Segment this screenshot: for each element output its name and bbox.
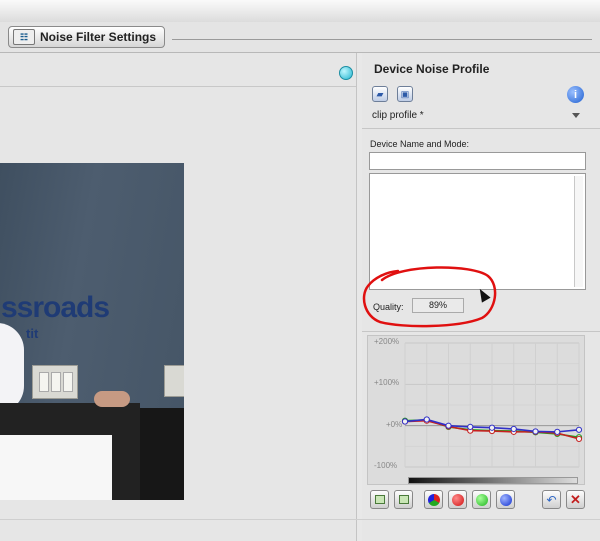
blue-dot-icon xyxy=(499,493,512,506)
info-button[interactable]: i xyxy=(567,86,584,103)
data-point[interactable] xyxy=(445,422,452,429)
photo-podium-side xyxy=(140,408,184,500)
red-channel-button[interactable] xyxy=(448,490,467,509)
device-name-field[interactable] xyxy=(369,152,586,170)
status-indicator-icon xyxy=(339,66,353,80)
profile-select[interactable]: clip profile * xyxy=(368,107,586,125)
photo-hand xyxy=(94,391,130,407)
all-channels-button[interactable] xyxy=(424,490,443,509)
y-tick-label: +0% xyxy=(386,420,403,429)
data-point[interactable] xyxy=(554,428,561,435)
tab-label: Noise Filter Settings xyxy=(40,30,157,44)
image-icon xyxy=(374,495,385,504)
undo-button[interactable]: ↶ xyxy=(542,490,561,509)
clear-button[interactable]: ✕ xyxy=(566,490,585,509)
window-title-bar xyxy=(0,0,600,23)
photo-light-switch xyxy=(32,365,78,399)
red-dot-icon xyxy=(451,493,464,506)
y-tick-label: +100% xyxy=(374,378,400,387)
red-annotation-circle xyxy=(362,266,497,328)
y-tick-label: +200% xyxy=(374,337,400,346)
export-button[interactable] xyxy=(394,490,413,509)
save-icon: ▣ xyxy=(400,88,410,99)
open-profile-button[interactable]: ▰ xyxy=(372,86,388,102)
profile-select-value: clip profile * xyxy=(372,110,424,121)
noise-profile-chart[interactable] xyxy=(367,335,585,475)
panel-title: Device Noise Profile xyxy=(374,62,490,76)
photo-sign xyxy=(0,435,112,500)
close-icon: ✕ xyxy=(570,492,581,507)
device-name-label: Device Name and Mode: xyxy=(370,139,470,149)
sliders-icon: ☷ xyxy=(13,29,35,45)
select-divider xyxy=(362,128,600,129)
data-point[interactable] xyxy=(423,416,430,423)
data-point[interactable] xyxy=(575,426,583,433)
footer-divider xyxy=(0,519,600,520)
data-point[interactable] xyxy=(401,418,409,425)
luminance-gradient-bar xyxy=(408,477,578,484)
photo-sign-text: ssroads xyxy=(1,291,110,324)
import-button[interactable] xyxy=(370,490,389,509)
tab-divider xyxy=(172,39,592,40)
data-point[interactable] xyxy=(467,423,474,431)
photo-sign-subtext: tit xyxy=(26,326,39,341)
photo-wall-plate xyxy=(164,365,184,397)
tab-noise-filter-settings[interactable]: ☷ Noise Filter Settings xyxy=(8,26,166,48)
rgb-icon xyxy=(427,493,440,506)
folder-icon: ▰ xyxy=(376,88,384,99)
green-dot-icon xyxy=(475,493,488,506)
data-point[interactable] xyxy=(532,428,539,435)
data-point[interactable] xyxy=(575,435,583,442)
quality-divider xyxy=(362,331,600,332)
save-profile-button[interactable]: ▣ xyxy=(397,86,413,102)
image-export-icon xyxy=(398,495,409,504)
y-tick-label: -100% xyxy=(374,461,398,470)
mode-scrollbar[interactable] xyxy=(574,176,583,287)
chevron-down-icon xyxy=(572,113,580,118)
undo-icon: ↶ xyxy=(546,492,557,507)
data-point[interactable] xyxy=(510,425,517,433)
blue-channel-button[interactable] xyxy=(496,490,515,509)
data-point[interactable] xyxy=(488,424,496,431)
green-channel-button[interactable] xyxy=(472,490,491,509)
info-icon: i xyxy=(573,88,578,101)
viewer-divider xyxy=(0,86,356,87)
